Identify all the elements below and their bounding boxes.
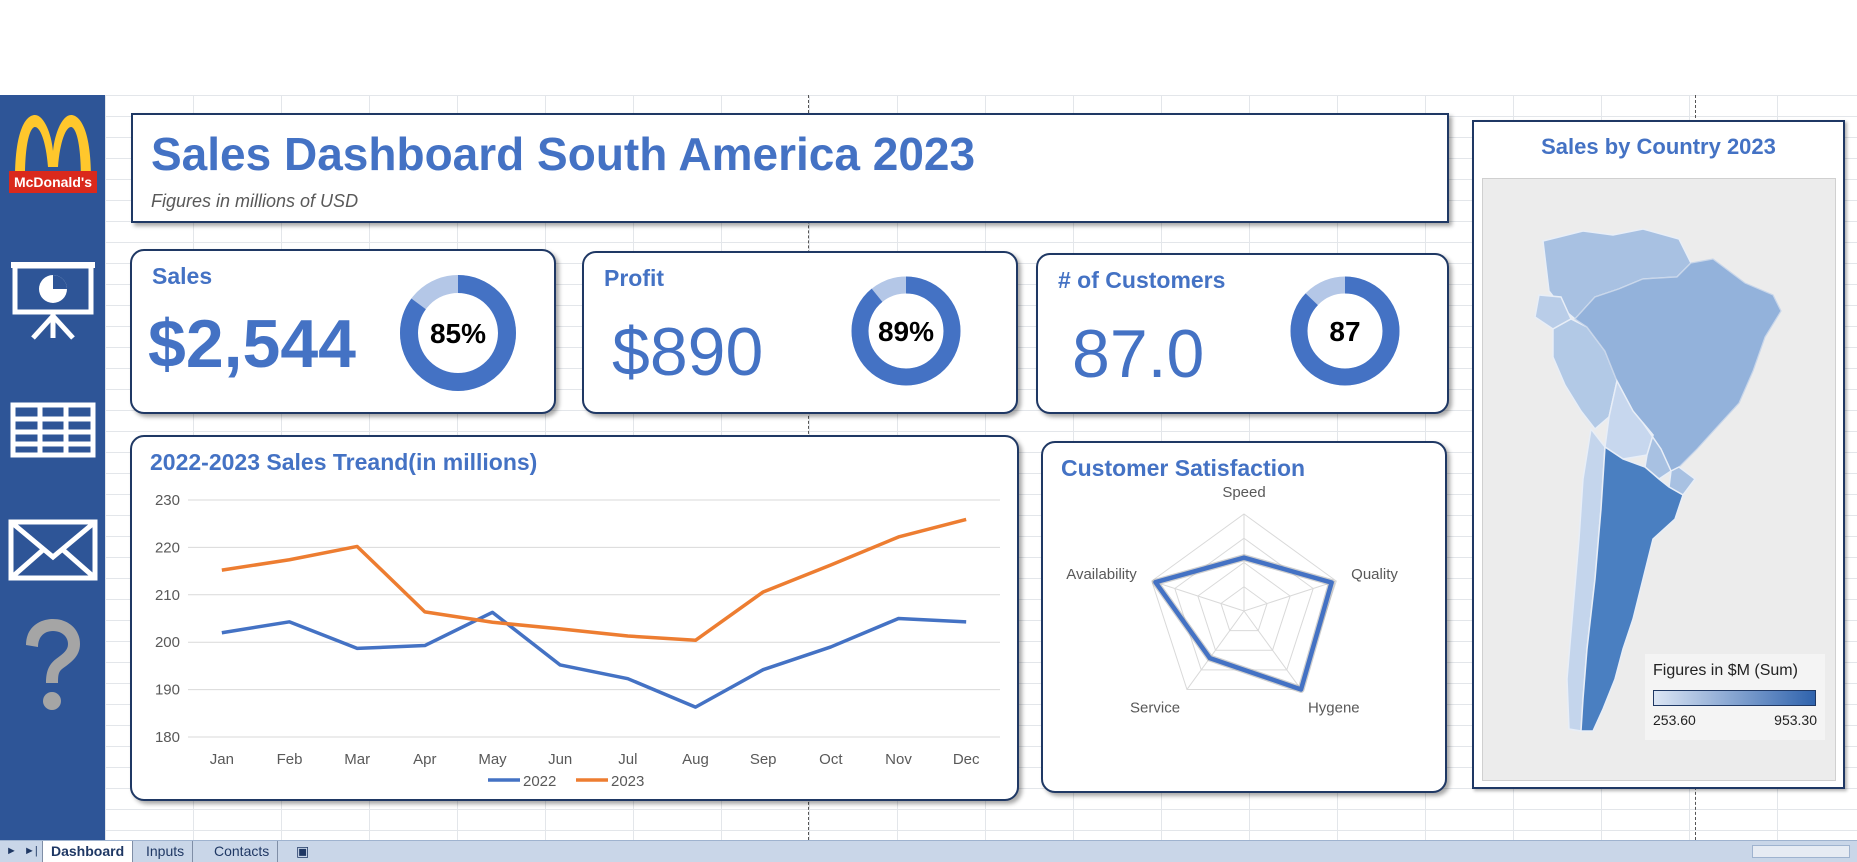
map-card: Sales by Country 2023 Figures in $M (Sum… (1472, 120, 1845, 789)
profit-pct: 89% (878, 316, 934, 347)
radar-axis-label: Availability (1066, 566, 1137, 583)
radar-axis-label: Speed (1222, 484, 1265, 501)
excel-window: McDonald's Sales Dashboard South America… (0, 0, 1857, 862)
x-tick-label: Nov (885, 751, 912, 768)
x-tick-label: Apr (413, 751, 436, 768)
x-tick-label: Aug (682, 751, 709, 768)
customers-donut: 87 (1290, 276, 1400, 386)
radar-axis-label: Hygene (1308, 699, 1360, 716)
new-sheet-icon[interactable]: ▣ (296, 843, 309, 860)
profit-kpi-card: Profit $890 89% (582, 251, 1018, 414)
sales-pct: 85% (430, 318, 486, 349)
y-tick-label: 210 (155, 587, 180, 604)
first-sheet-arrow-icon[interactable]: ► (6, 845, 17, 857)
sheet-tab-inputs[interactable]: Inputs (138, 841, 194, 862)
page-subtitle: Figures in millions of USD (151, 191, 359, 211)
customers-kpi-card: # of Customers 87.0 87 (1036, 253, 1449, 414)
y-tick-label: 190 (155, 682, 180, 699)
sheet-tab-bar: ► ►| Dashboard Inputs Contacts ▣ (0, 840, 1857, 862)
mail-icon[interactable] (0, 510, 105, 590)
x-tick-label: Sep (750, 751, 777, 768)
y-tick-label: 180 (155, 729, 180, 746)
series-line-2022 (221, 610, 967, 709)
customers-label: # of Customers (1058, 267, 1226, 293)
x-tick-label: Feb (277, 751, 303, 768)
y-tick-label: 200 (155, 634, 180, 651)
sales-kpi-card: Sales $2,544 85% (130, 249, 556, 414)
title-card: Sales Dashboard South America 2023 Figur… (131, 113, 1449, 223)
logo-text: McDonald's (13, 174, 91, 190)
sheet-tab-contacts[interactable]: Contacts (206, 841, 279, 862)
radar-axis-label: Service (1130, 699, 1180, 716)
y-tick-label: 230 (155, 492, 180, 509)
profit-value: $890 (612, 314, 764, 390)
legend-label-2023: 2023 (611, 773, 644, 790)
legend-max: 953.30 (1774, 712, 1817, 728)
profit-label: Profit (604, 265, 665, 291)
legend-min: 253.60 (1653, 712, 1696, 728)
sales-donut: 85% (400, 275, 516, 391)
sales-trend-chart: 180 190 200 210 220 230 Jan Feb Mar Apr May Jun Jul A… (155, 492, 1000, 790)
nav-rail: McDonald's (0, 95, 105, 840)
x-tick-label: Dec (953, 751, 980, 768)
horizontal-scrollbar[interactable] (1752, 845, 1850, 858)
map-area[interactable]: Figures in $M (Sum) 253.60 953.30 (1482, 178, 1836, 781)
sales-label: Sales (152, 263, 213, 289)
satisfaction-card: Customer Satisfaction Speed Quality Hygene… (1041, 441, 1447, 793)
customers-pct: 87 (1329, 316, 1360, 347)
legend-label-2022: 2022 (523, 773, 556, 790)
x-tick-label: Jun (548, 751, 572, 768)
customers-value: 87.0 (1072, 316, 1205, 392)
x-tick-label: Jul (618, 751, 637, 768)
mcdonalds-logo[interactable]: McDonald's (0, 105, 105, 200)
sheet-tab-dashboard[interactable]: Dashboard (42, 841, 134, 862)
sales-trend-card: 2022-2023 Sales Treand(in millions) 180 1… (130, 435, 1019, 801)
presentation-icon[interactable] (0, 255, 105, 345)
map-legend: Figures in $M (Sum) 253.60 953.30 (1645, 654, 1825, 740)
legend-gradient (1653, 690, 1816, 706)
legend-title: Figures in $M (Sum) (1653, 662, 1798, 679)
last-sheet-arrow-icon[interactable]: ►| (24, 845, 38, 857)
profit-donut: 89% (851, 276, 961, 386)
x-tick-label: Mar (344, 751, 370, 768)
radar-axis-label: Quality (1351, 566, 1398, 583)
map-title: Sales by Country 2023 (1541, 134, 1776, 159)
satisfaction-radar-chart: Speed Quality Hygene Service Availability (1066, 484, 1398, 716)
table-icon[interactable] (0, 395, 105, 465)
x-tick-label: Jan (210, 751, 234, 768)
sales-value: $2,544 (148, 306, 356, 382)
page-title: Sales Dashboard South America 2023 (151, 128, 976, 180)
question-icon[interactable] (0, 615, 105, 715)
series-line-2023 (221, 517, 967, 643)
y-tick-label: 220 (155, 539, 180, 556)
x-tick-label: Oct (819, 751, 843, 768)
x-tick-label: May (478, 751, 507, 768)
